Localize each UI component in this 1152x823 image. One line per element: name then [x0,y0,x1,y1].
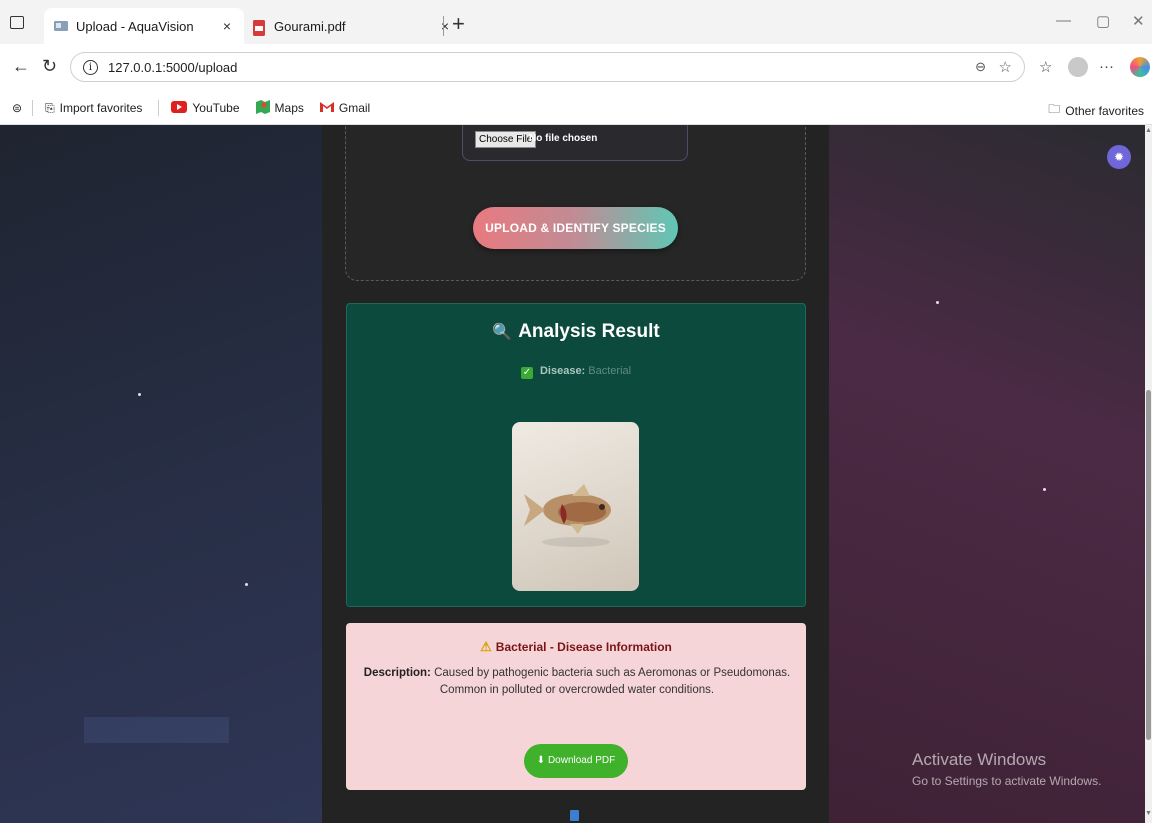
activate-windows-subtitle: Go to Settings to activate Windows. [912,774,1102,788]
tab-divider [443,16,444,36]
bookmark-maps[interactable]: Maps [255,99,304,117]
activate-windows-watermark: Activate Windows Go to Settings to activ… [912,750,1101,788]
bookmark-divider [158,100,160,116]
download-pdf-button[interactable]: ⬇ Download PDF [524,744,628,778]
page-bottom-icon [570,810,579,821]
address-bar[interactable]: i 127.0.0.1:5000/upload ⊖ ☆ [70,52,1025,82]
bookmark-label: Import favorites [59,101,143,115]
page-favicon-icon [54,20,68,32]
favorites-icon[interactable]: ☆ [1039,58,1052,76]
disease-info-title: Bacterial - Disease Information [495,640,672,654]
maps-icon [255,99,270,117]
import-icon: ⎘ [45,100,55,115]
background-right-panel [829,125,1145,823]
youtube-icon [171,100,188,116]
description-label: Description: [363,667,431,679]
bookmark-divider [32,100,34,116]
background-star [1043,488,1046,491]
more-menu-icon[interactable]: ··· [1099,58,1114,75]
copilot-icon[interactable] [1130,57,1150,77]
description-text: Caused by pathogenic bacteria such as Ae… [434,667,791,696]
close-window-icon[interactable]: ✕ [1132,12,1145,30]
favorite-star-icon[interactable]: ☆ [999,58,1012,76]
disease-info-heading: ⚠ Bacterial - Disease Information [346,639,806,655]
bookmark-label: Gmail [338,101,371,115]
no-file-text: No file chosen [529,133,598,144]
collections-icon[interactable]: ⊜ [12,101,22,115]
magnifier-icon: 🔍 [492,324,513,341]
sidebar-toggle-icon[interactable] [10,16,24,29]
background-star [245,583,248,586]
address-toolbar: ← ↻ i 127.0.0.1:5000/upload ⊖ ☆ ☆ ··· [0,44,1152,92]
url-text: 127.0.0.1:5000/upload [108,59,238,75]
minimize-icon[interactable]: — [1056,12,1071,29]
restore-icon[interactable]: ▢ [1096,12,1110,30]
bookmark-label: Maps [274,101,304,115]
tab-gourami-pdf[interactable]: Gourami.pdf × [246,8,462,44]
bookmarks-bar: ⊜ ⎘ Import favorites YouTube Maps Gmail … [0,92,1152,125]
other-favorites-label: Other favorites [1065,103,1144,118]
choose-file-button[interactable]: Choose File [475,131,537,148]
bookmark-label: YouTube [192,101,240,115]
back-icon[interactable]: ← [12,56,30,77]
warning-icon: ⚠ [480,639,492,654]
tab-title: Gourami.pdf [274,18,346,34]
other-favorites[interactable]: 🗀 Other favorites [1048,100,1144,121]
activate-windows-title: Activate Windows [912,750,1047,769]
tab-title: Upload - AquaVision [76,18,194,34]
settings-gear-button[interactable]: ✹ [1107,145,1131,169]
upload-identify-button[interactable]: UPLOAD & IDENTIFY SPECIES [473,207,678,249]
background-star [936,301,939,304]
tab-strip: Upload - AquaVision × Gourami.pdf × + — … [0,0,1152,44]
bookmark-gmail[interactable]: Gmail [319,101,371,115]
disease-description: Description: Caused by pathogenic bacter… [356,665,798,699]
disease-line: ✓ Disease: Bacterial [346,365,806,379]
fish-image [512,422,639,591]
site-info-icon[interactable]: i [83,59,98,75]
bookmark-import-favorites[interactable]: ⎘ Import favorites [45,101,142,116]
zoom-icon[interactable]: ⊖ [975,59,986,75]
analysis-result-heading: 🔍 Analysis Result [346,321,806,343]
pdf-icon [252,20,266,36]
scroll-down-arrow-icon[interactable]: ▼ [1145,810,1152,817]
tab-upload-aquavision[interactable]: Upload - AquaVision × [44,8,244,44]
scrollbar-thumb[interactable] [1146,390,1151,740]
profile-avatar[interactable] [1068,57,1088,77]
folder-icon: 🗀 [1048,102,1061,116]
faded-background-button [84,717,229,743]
page-viewport: Choose File No file chosen UPLOAD & IDEN… [0,125,1145,823]
tab-close-icon[interactable]: × [218,18,236,34]
bookmark-youtube[interactable]: YouTube [171,100,240,116]
checkmark-icon: ✓ [520,367,533,379]
new-tab-icon[interactable]: + [452,10,465,38]
download-pdf-label: Download PDF [547,755,616,766]
download-icon: ⬇ [536,755,546,766]
disease-value: Bacterial [588,365,632,377]
disease-label: Disease: [539,365,586,377]
scroll-up-arrow-icon[interactable]: ▲ [1145,127,1152,134]
gmail-icon [319,101,334,115]
background-star [138,393,141,396]
analysis-result-title: Analysis Result [518,321,660,342]
refresh-icon[interactable]: ↻ [42,56,57,77]
